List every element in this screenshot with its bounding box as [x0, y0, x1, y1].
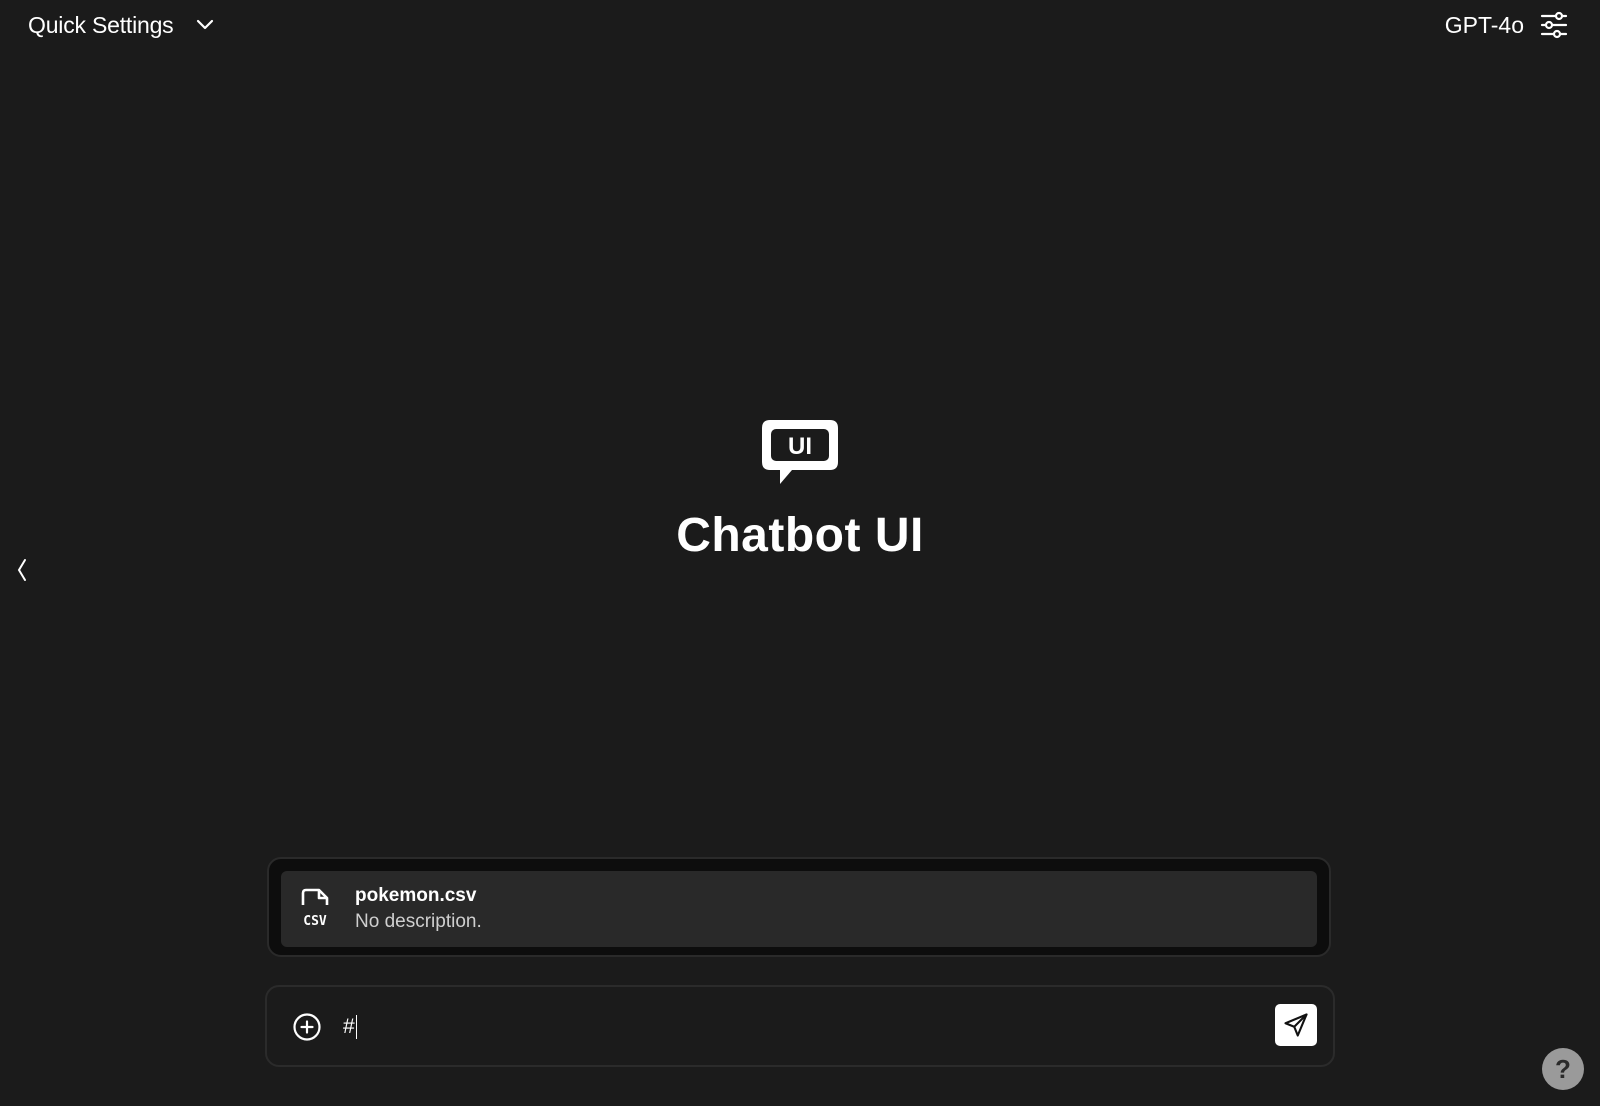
text-caret [355, 1015, 358, 1039]
csv-file-icon: CSV [301, 888, 329, 929]
file-description: No description. [355, 911, 482, 932]
quick-settings-dropdown[interactable]: Quick Settings [28, 8, 218, 42]
brand-title: Chatbot UI [676, 509, 924, 562]
chat-input-box: # [265, 985, 1335, 1067]
logo-text: UI [788, 433, 812, 460]
file-text: pokemon.csv No description. [355, 883, 482, 935]
sliders-icon[interactable] [1538, 9, 1570, 41]
chat-page: Quick Settings GPT-4o UI Chatbot UI CSV … [0, 0, 1600, 1106]
send-icon [1284, 1013, 1308, 1037]
send-button[interactable] [1275, 1004, 1317, 1046]
model-name[interactable]: GPT-4o [1445, 12, 1524, 39]
model-area: GPT-4o [1445, 8, 1570, 42]
plus-circle-icon[interactable] [291, 1011, 323, 1043]
help-button[interactable]: ? [1542, 1048, 1584, 1090]
file-item[interactable]: CSV pokemon.csv No description. [281, 871, 1317, 947]
chatbot-ui-logo: UI [762, 420, 838, 484]
brand: UI Chatbot UI [0, 418, 1600, 563]
file-name: pokemon.csv [355, 885, 477, 906]
file-picker: CSV pokemon.csv No description. [267, 857, 1331, 957]
chat-input-value: # [343, 1015, 355, 1038]
quick-settings-label: Quick Settings [28, 11, 174, 38]
chat-message-input[interactable]: # [343, 1007, 1243, 1047]
chevron-down-icon [192, 12, 218, 38]
csv-label: CSV [303, 914, 327, 929]
